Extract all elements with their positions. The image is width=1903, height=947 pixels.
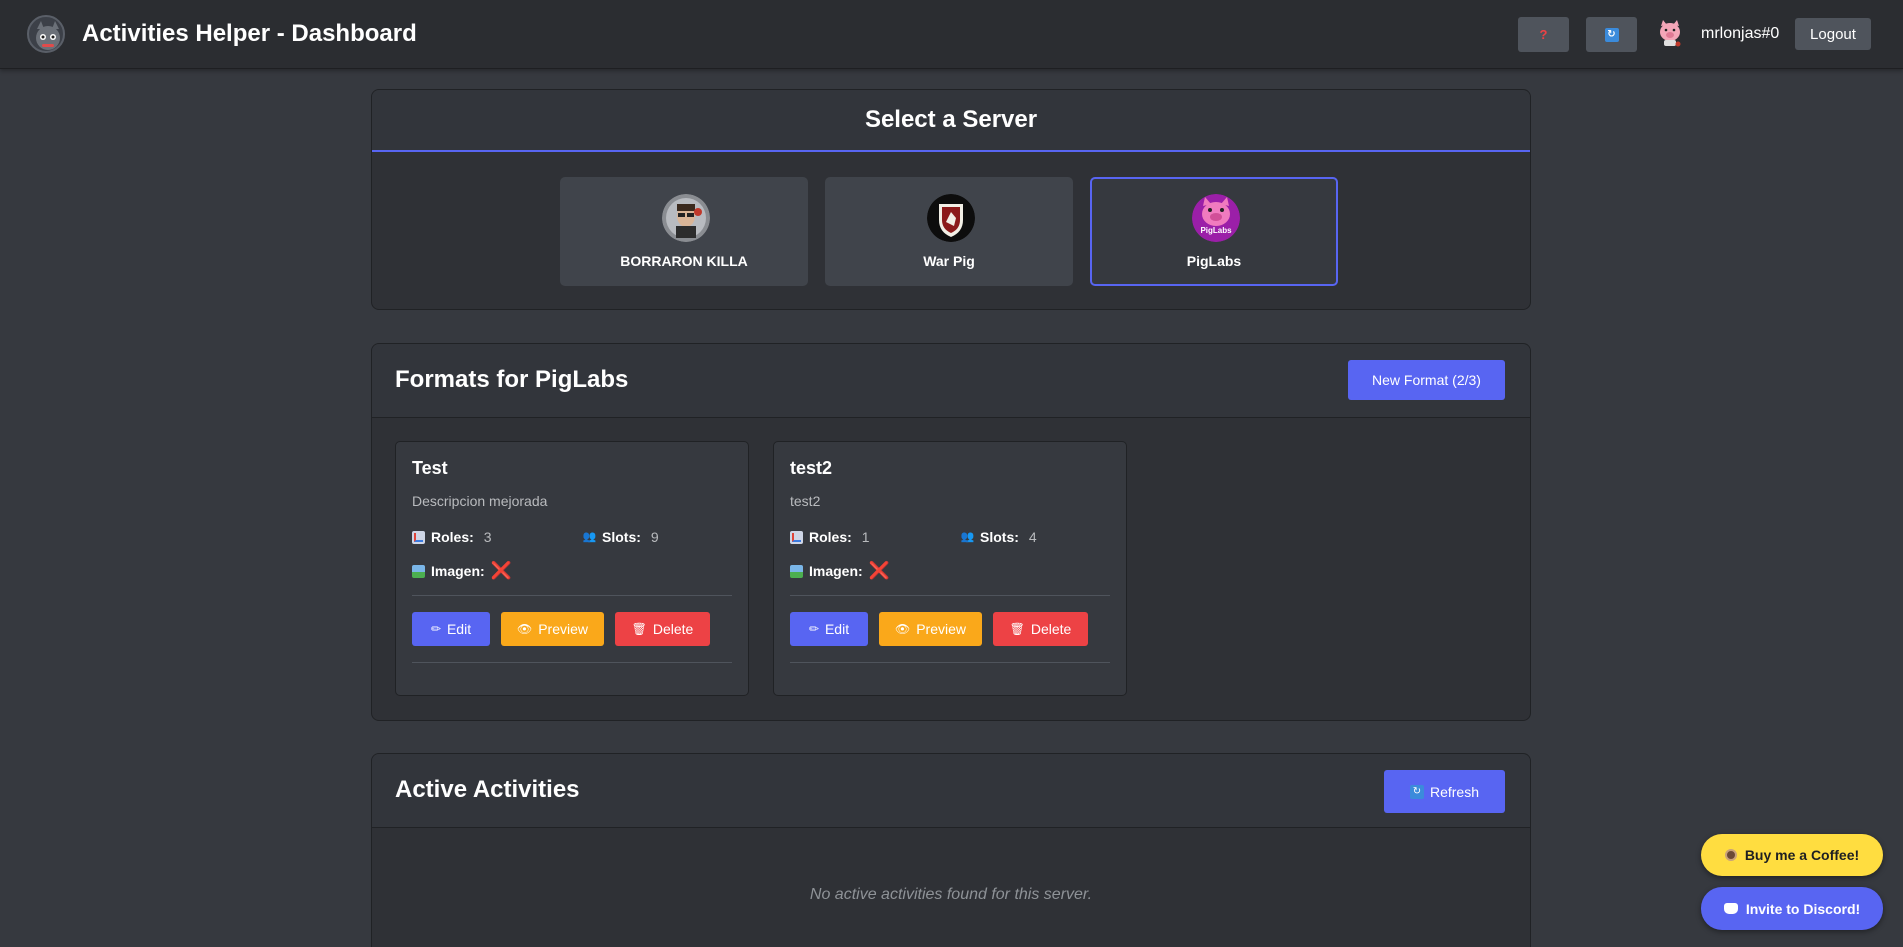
pencil-icon: ✏ xyxy=(430,622,441,636)
activities-header: Active Activities ↻ Refresh xyxy=(372,754,1530,828)
divider xyxy=(412,662,732,663)
format-description: test2 xyxy=(790,493,821,509)
slots-value: 4 xyxy=(1028,529,1037,545)
discord-label: Invite to Discord! xyxy=(1745,900,1861,917)
sync-button[interactable]: ↻ xyxy=(1586,17,1637,52)
cross-icon: ❌ xyxy=(868,561,890,580)
people-icon: 👥 xyxy=(960,530,975,543)
username: mrlonjas#0 xyxy=(1701,25,1780,42)
image-label: Imagen: xyxy=(431,563,485,579)
user-avatar xyxy=(1656,18,1684,48)
refresh-icon: ↻ xyxy=(1409,784,1424,799)
slots-value: 9 xyxy=(650,529,659,545)
formats-panel: Formats for PigLabs New Format (2/3) Tes… xyxy=(371,343,1531,721)
piglabs-logo-text: PigLabs xyxy=(1200,226,1232,235)
format-card: Test Descripcion mejorada Roles: 3 👥 Slo… xyxy=(395,441,749,696)
coffee-icon xyxy=(1724,849,1737,861)
discord-icon xyxy=(1723,903,1738,914)
format-card: test2 test2 Roles: 1 👥 Slots: 4 Imagen: … xyxy=(773,441,1127,696)
roles-label: Roles: xyxy=(809,529,852,545)
sync-icon: ↻ xyxy=(1604,27,1619,42)
people-icon: 👥 xyxy=(582,530,597,543)
server-select-panel: Select a Server BORRARON KILLA War Pig P… xyxy=(371,89,1531,310)
trash-icon: 🗑 xyxy=(631,622,647,636)
image-stat: Imagen: ❌ xyxy=(412,561,512,581)
server-card-piglabs[interactable]: PigLabs PigLabs xyxy=(1090,177,1338,286)
roles-value: 1 xyxy=(861,529,870,545)
preview-label: Preview xyxy=(538,621,589,637)
help-button[interactable]: ? xyxy=(1518,17,1569,52)
server-icon-war-pig xyxy=(927,194,975,242)
delete-button[interactable]: 🗑 Delete xyxy=(615,612,710,646)
preview-button[interactable]: 👁 Preview xyxy=(879,612,982,646)
slots-label: Slots: xyxy=(980,529,1019,545)
roles-stat: Roles: 1 xyxy=(790,529,870,545)
preview-label: Preview xyxy=(916,621,967,637)
formats-header: Formats for PigLabs New Format (2/3) xyxy=(372,344,1530,418)
roles-value: 3 xyxy=(483,529,492,545)
divider xyxy=(412,595,732,596)
image-stat: Imagen: ❌ xyxy=(790,561,890,581)
server-card-borraron-killa[interactable]: BORRARON KILLA xyxy=(560,177,808,286)
edit-button[interactable]: ✏ Edit xyxy=(412,612,490,646)
slots-stat: 👥 Slots: 9 xyxy=(583,529,659,545)
image-label: Imagen: xyxy=(809,563,863,579)
format-title: Test xyxy=(412,458,448,478)
server-name: PigLabs xyxy=(1186,253,1242,269)
divider xyxy=(790,595,1110,596)
chart-icon xyxy=(790,530,803,544)
app-logo-icon xyxy=(27,15,65,53)
server-select-header: Select a Server xyxy=(372,90,1530,152)
eye-icon: 👁 xyxy=(894,622,911,636)
slots-stat: 👥 Slots: 4 xyxy=(961,529,1037,545)
preview-button[interactable]: 👁 Preview xyxy=(501,612,604,646)
roles-label: Roles: xyxy=(431,529,474,545)
top-bar: Activities Helper - Dashboard ? ↻ mrlonj… xyxy=(0,0,1903,69)
image-icon xyxy=(412,564,425,578)
roles-stat: Roles: 3 xyxy=(412,529,492,545)
empty-state-message: No active activities found for this serv… xyxy=(809,886,1093,903)
server-icon-borraron-killa xyxy=(662,194,710,242)
server-select-title: Select a Server xyxy=(864,106,1038,133)
refresh-label: Refresh xyxy=(1429,783,1480,800)
server-name: BORRARON KILLA xyxy=(620,253,748,269)
divider xyxy=(790,662,1110,663)
coffee-label: Buy me a Coffee! xyxy=(1744,847,1860,863)
activities-panel: Active Activities ↻ Refresh No active ac… xyxy=(371,753,1531,947)
slots-label: Slots: xyxy=(602,529,641,545)
edit-label: Edit xyxy=(824,621,850,637)
trash-icon: 🗑 xyxy=(1009,622,1025,636)
server-card-war-pig[interactable]: War Pig xyxy=(825,177,1073,286)
delete-label: Delete xyxy=(652,621,694,637)
delete-label: Delete xyxy=(1030,621,1072,637)
eye-icon: 👁 xyxy=(516,622,533,636)
formats-title: Formats for PigLabs xyxy=(395,366,629,393)
app-title: Activities Helper - Dashboard xyxy=(82,20,417,47)
cross-icon: ❌ xyxy=(490,561,512,580)
format-description: Descripcion mejorada xyxy=(412,493,548,509)
edit-label: Edit xyxy=(446,621,472,637)
question-icon: ? xyxy=(1539,27,1548,42)
logout-button[interactable]: Logout xyxy=(1795,18,1871,50)
activities-title: Active Activities xyxy=(395,776,580,803)
format-title: test2 xyxy=(790,458,833,478)
server-name: War Pig xyxy=(923,253,975,269)
edit-button[interactable]: ✏ Edit xyxy=(790,612,868,646)
delete-button[interactable]: 🗑 Delete xyxy=(993,612,1088,646)
chart-icon xyxy=(412,530,425,544)
new-format-button[interactable]: New Format (2/3) xyxy=(1348,360,1505,400)
image-icon xyxy=(790,564,803,578)
buy-coffee-button[interactable]: Buy me a Coffee! xyxy=(1701,834,1883,876)
pencil-icon: ✏ xyxy=(808,622,819,636)
server-icon-piglabs: PigLabs xyxy=(1192,194,1240,242)
refresh-button[interactable]: ↻ Refresh xyxy=(1384,770,1505,813)
invite-discord-button[interactable]: Invite to Discord! xyxy=(1701,887,1883,930)
